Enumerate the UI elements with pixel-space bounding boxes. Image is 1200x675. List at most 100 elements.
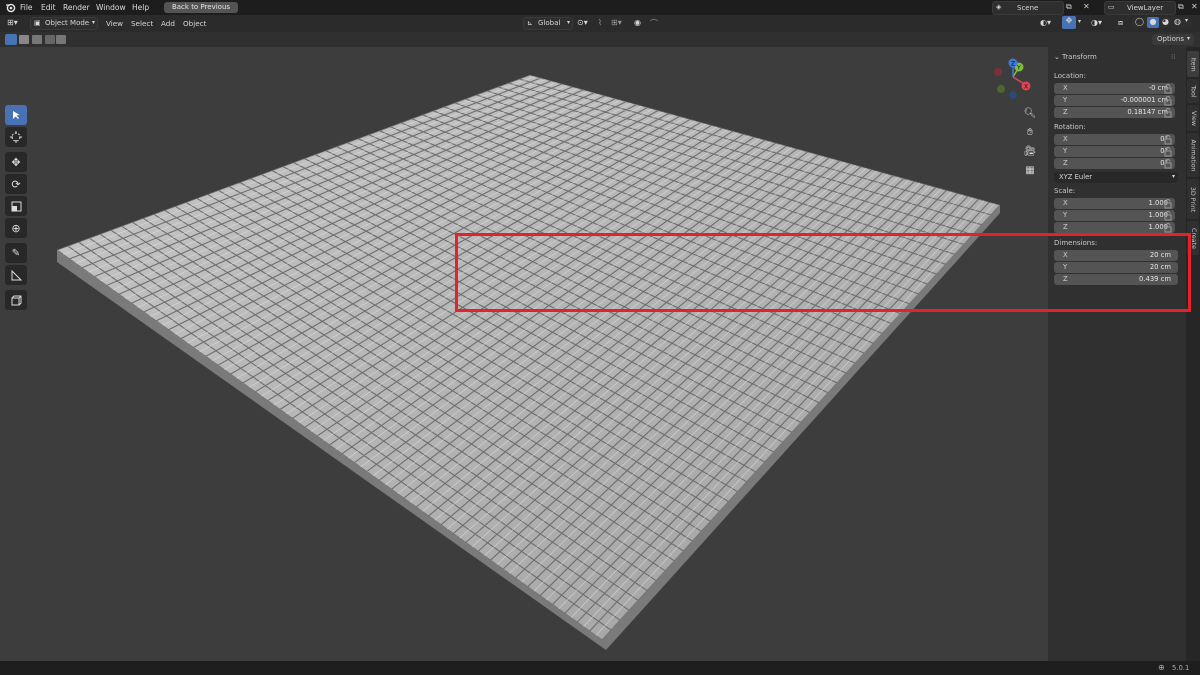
menu-edit[interactable]: Edit [41,3,56,12]
zoom-view-icon[interactable]: 🔍︎ [1022,105,1038,121]
scene-name: Scene [1017,4,1039,12]
lock-icon[interactable] [1164,84,1172,94]
cursor-tool-icon[interactable] [5,127,27,147]
scale-tool-icon[interactable] [5,196,27,216]
transform-orientation-selector[interactable]: ⊾ Global ▾ [523,17,573,30]
menu-add[interactable]: Add [161,19,175,28]
location-x-field[interactable]: X -0 cm [1054,83,1175,94]
back-to-previous-button[interactable]: Back to Previous [164,2,238,13]
tab-item-label: Item [1189,56,1197,72]
menu-help[interactable]: Help [132,3,149,12]
add-cube-tool-icon[interactable] [5,290,27,310]
material-shading-icon[interactable]: ◕ [1162,17,1169,26]
select-new-icon[interactable] [5,34,17,45]
textured-plane-mesh [57,75,1000,650]
rotation-mode-selector[interactable]: XYZ Euler ▾ [1054,172,1178,183]
select-invert-icon[interactable] [45,35,55,44]
pivot-point-icon[interactable]: ⊙▾ [577,18,588,27]
drag-handle-icon[interactable]: ⁞⁞ [1171,53,1175,61]
blender-logo-icon[interactable] [5,2,16,13]
snap-settings-icon[interactable]: ⊞▾ [611,18,622,27]
move-tool-icon[interactable]: ✥ [5,152,27,172]
chevron-down-icon: ▾ [1187,35,1191,42]
axis-label: Z [1063,159,1068,167]
menu-view[interactable]: View [106,19,123,28]
proportional-edit-icon[interactable]: ◉ [634,18,641,27]
mode-selector[interactable]: ▣ Object Mode ▾ [30,17,98,30]
select-intersect-icon[interactable] [56,35,66,44]
view-layer-name: ViewLayer [1127,4,1164,12]
new-view-layer-icon[interactable]: ⧉ [1178,2,1184,12]
scene-icon: ◈ [996,3,1002,11]
rotation-y-field[interactable]: Y 0° [1054,146,1175,157]
tab-view[interactable]: View [1187,105,1199,131]
menu-select[interactable]: Select [131,19,153,28]
navigation-gizmo[interactable]: X Y Z [988,55,1038,103]
new-scene-icon[interactable]: ⧉ [1066,2,1072,12]
scene-selector[interactable]: ◈ Scene [992,1,1064,15]
scale-y-field[interactable]: Y 1.000 [1054,210,1175,221]
delete-view-layer-icon[interactable]: ✕ [1191,2,1198,11]
dimensions-highlight-box [455,233,1191,312]
view-layer-selector[interactable]: ▭ ViewLayer [1104,1,1176,15]
delete-scene-icon[interactable]: ✕ [1083,2,1090,11]
visibility-toggle-icon[interactable]: ◐▾ [1040,18,1051,27]
location-z-field[interactable]: Z 0.18147 cm [1054,107,1175,118]
scale-z-field[interactable]: Z 1.000 [1054,222,1175,233]
gizmo-x-label: X [1024,84,1028,91]
status-bar: ⊕ 5.0.1 [0,661,1200,675]
scale-label: Scale: [1054,187,1076,195]
axis-label: Y [1063,211,1068,219]
options-button[interactable]: Options ▾ [1152,34,1194,45]
axis-label: Y [1063,147,1068,155]
menu-window[interactable]: Window [96,3,126,12]
tab-3d-print[interactable]: 3D Print [1187,179,1199,219]
menu-file[interactable]: File [20,3,33,12]
rotation-z-field[interactable]: Z 0° [1054,158,1175,169]
lock-icon[interactable] [1164,211,1172,221]
proportional-falloff-icon[interactable]: ⌒ [650,18,658,29]
rotation-mode-label: XYZ Euler [1059,173,1093,181]
tab-animation-label: Animation [1189,138,1197,172]
tab-item[interactable]: Item [1187,51,1199,77]
chevron-down-icon: ▾ [91,19,95,26]
viewport-canvas [57,75,1000,650]
lock-icon[interactable] [1164,159,1172,169]
transform-tool-icon[interactable]: ⊕ [5,218,27,238]
shading-options-icon[interactable]: ▾ [1185,17,1188,24]
perspective-toggle-icon[interactable]: ▦ [1022,162,1038,178]
menu-object[interactable]: Object [183,19,206,28]
menu-render[interactable]: Render [63,3,90,12]
select-subtract-icon[interactable] [32,35,42,44]
snap-toggle-icon[interactable]: ⌇ [598,18,602,27]
3d-viewport[interactable]: ✥ ⟳ ⊕ ✎ X Y Z 🔍︎ ✋︎ 🎥︎ ▦ [0,47,1048,661]
lock-icon[interactable] [1164,147,1172,157]
rendered-shading-icon[interactable]: ◍ [1174,17,1181,26]
tab-animation[interactable]: Animation [1187,133,1199,177]
lock-icon[interactable] [1164,135,1172,145]
location-y-field[interactable]: Y -0.000001 cm [1054,95,1175,106]
xray-toggle-icon[interactable]: ⧈ [1118,18,1123,28]
annotate-tool-icon[interactable]: ✎ [5,243,27,263]
gizmo-toggle-icon[interactable]: ✥ [1062,16,1076,29]
overlays-toggle-icon[interactable]: ◑▾ [1091,18,1102,27]
measure-tool-icon[interactable] [5,265,27,285]
lock-icon[interactable] [1164,108,1172,118]
tab-tool[interactable]: Tool [1187,79,1199,103]
lock-icon[interactable] [1164,223,1172,233]
rotation-x-field[interactable]: X 0° [1054,134,1175,145]
rotate-tool-icon[interactable]: ⟳ [5,174,27,194]
select-extend-icon[interactable] [19,35,29,44]
wireframe-shading-icon[interactable]: ◯ [1135,17,1144,26]
lock-icon[interactable] [1164,199,1172,209]
solid-shading-icon[interactable]: ● [1147,17,1159,28]
editor-type-icon[interactable]: ⊞▾ [7,18,18,27]
chevron-down-icon: ▾ [1171,173,1175,180]
camera-view-icon[interactable]: 🎥︎ [1022,143,1038,159]
scale-x-field[interactable]: X 1.000 [1054,198,1175,209]
select-box-tool-icon[interactable] [5,105,27,125]
lock-icon[interactable] [1164,96,1172,106]
gizmo-settings-icon[interactable]: ▾ [1078,18,1081,25]
pan-view-icon[interactable]: ✋︎ [1022,124,1038,140]
collapse-panel-icon[interactable]: ⌄ [1054,53,1060,61]
